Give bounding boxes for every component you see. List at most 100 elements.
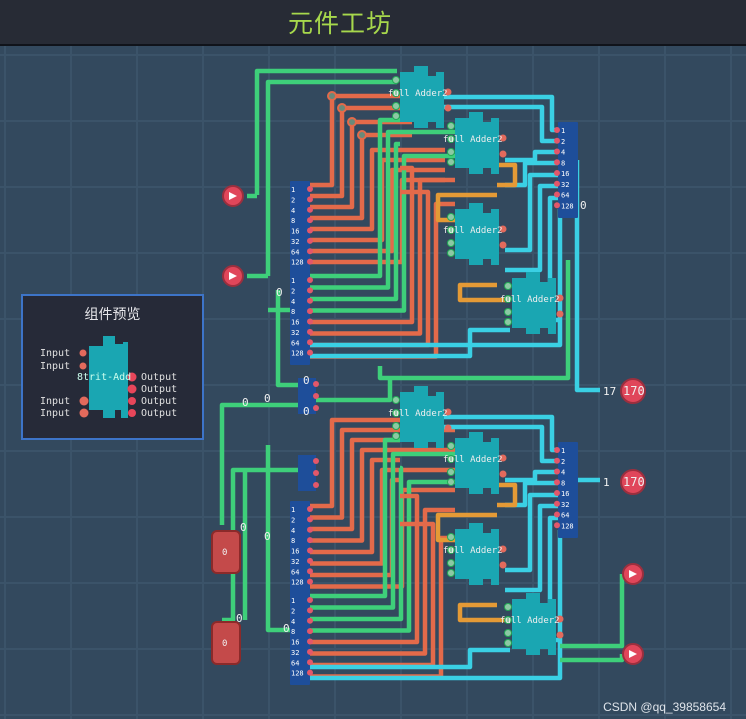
adder-output-pin [444,104,452,112]
input-value: 0 [222,639,227,649]
wire-value-label: 0 [242,396,249,409]
splitter-bit-label: 8 [291,537,295,545]
wire [312,379,393,403]
preview-input-label: Input [40,408,71,419]
wire-value-label: 0 [303,405,310,418]
wire-value-label: 0 [303,374,310,387]
circuit-board[interactable]: full Adder2 full Adder2 full Adder2 full Ad… [0,46,746,719]
adder-input-pin [447,239,455,247]
bit-splitter[interactable]: 1 2 4 8 16 32 64 128 [290,181,313,274]
splitter-bit-label: 128 [291,350,304,358]
splitter-pin [313,405,319,411]
splitter-bit-label: 2 [291,196,295,204]
splitter-pin [307,638,313,645]
app-title: 元件工坊 [288,9,393,38]
adder-output-pin [444,424,452,432]
full-adder[interactable]: full Adder2 [388,386,452,448]
splitter-bit-label: 4 [291,298,295,306]
splitter-bit-label: 128 [291,670,304,678]
adder-input-pin [447,213,455,221]
wire-value-label: 0 [236,612,243,625]
splitter-bit-label: 128 [291,259,304,267]
adder-label: full Adder2 [443,546,503,556]
splitter-pin [554,479,560,486]
splitter-pin [307,628,313,635]
full-adder[interactable]: full Adder2 [443,203,507,265]
splitter-pin [307,328,313,335]
splitter-bit-label: 64 [291,248,299,256]
splitter-pin [307,607,313,614]
full-adder[interactable]: full Adder2 [388,66,452,128]
preview-output-pin [128,397,136,405]
splitter-bit-label: 8 [291,308,295,316]
full-adder[interactable]: full Adder2 [443,432,507,494]
splitter-bit-label: 16 [291,228,299,236]
bit-splitter[interactable]: 1 2 4 8 16 32 64 128 [290,272,313,365]
wire-value-label: 0 [276,286,283,299]
adder-input-pin [504,639,512,647]
splitter-bit-label: 16 [561,490,569,498]
adder-output-pin [499,561,507,569]
full-adder[interactable]: full Adder2 [443,112,507,174]
preview-input-pin [79,408,89,418]
adder-input-pin [447,158,455,166]
full-adder[interactable]: full Adder2 [500,593,564,655]
wire-joint [347,117,357,127]
adder-input-pin [504,629,512,637]
splitter-bit-label: 16 [291,319,299,327]
adder-label: full Adder2 [500,295,560,305]
adder-input-pin [504,282,512,290]
bit-splitter[interactable]: 1 2 4 8 16 32 64 128 [290,592,313,685]
splitter-bit-label: 32 [561,501,569,509]
app-header: 元件工坊 [0,0,746,46]
splitter-pin [307,258,313,265]
bit-splitter[interactable]: 1 2 4 8 16 32 64 128 [554,122,578,218]
splitter-pin [554,191,560,198]
adder-label: full Adder2 [443,135,503,145]
splitter-bit-label: 1 [561,127,565,135]
adder-output-pin [556,310,564,318]
full-adder[interactable]: full Adder2 [443,523,507,585]
full-adder[interactable]: full Adder2 [500,272,564,334]
adder-output-pin [499,150,507,158]
wire-joint [337,103,347,113]
output-prefix: 1 [603,476,610,489]
preview-input-pin [79,362,87,370]
bit-splitter[interactable]: 1 2 4 8 16 32 64 128 [290,501,313,594]
splitter-pin [313,458,319,464]
splitter-pin [554,159,560,166]
splitter-pin [307,506,313,512]
splitter-bit-label: 2 [291,607,295,615]
preview-input-label: Input [40,396,71,407]
splitter-bit-label: 128 [561,202,574,210]
carry-wire [497,482,518,508]
splitter-pin [554,500,560,507]
adder-output-pin [556,631,564,639]
splitter-pin [307,578,313,585]
wire-value-label: 0 [283,622,290,635]
splitter-bit-label: 16 [291,548,299,556]
splitter-pin [313,470,319,476]
splitter-bit-label: 32 [291,649,299,657]
splitter-pin [307,547,313,554]
sum-wire [505,149,560,163]
wire-joint [357,130,367,140]
splitter-bit-label: 4 [561,149,565,157]
adder-input-pin [447,122,455,130]
carry-wire [497,162,518,188]
preview-input-label: Input [40,348,71,359]
splitter-pin [307,516,313,523]
splitter-pin [307,557,313,564]
splitter-pin [554,522,560,529]
preview-output-label: Output [141,384,178,395]
bit-splitter[interactable]: 1 2 4 8 16 32 64 128 [554,442,578,538]
splitter-pin [554,148,560,155]
splitter-pin [554,447,560,453]
preview-output-pin [127,384,137,394]
splitter-pin [307,349,313,356]
splitter-pin [554,127,560,133]
watermark: CSDN @qq_39858654 [603,700,726,714]
splitter-bit-label: 64 [561,512,569,520]
splitter-bit-label: 2 [561,458,565,466]
output-value: 170 [623,384,645,398]
